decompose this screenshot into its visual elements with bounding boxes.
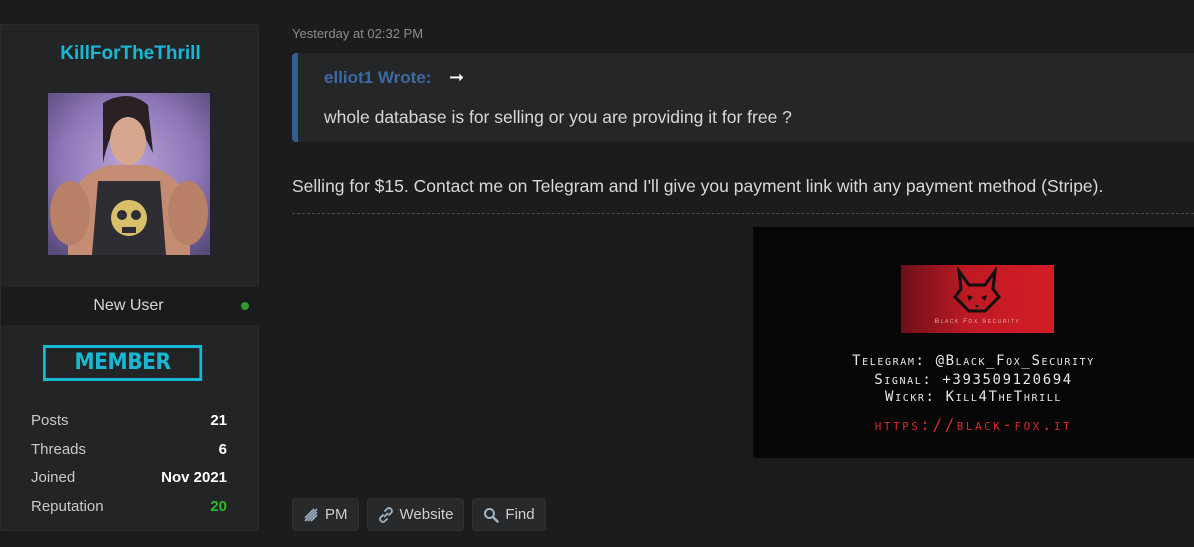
arrow-right-icon[interactable]: ➞: [449, 67, 464, 88]
avatar[interactable]: [48, 93, 210, 255]
quote-block: elliot1 Wrote: ➞ whole database is for s…: [292, 53, 1194, 142]
signature-image: Black Fox Security Telegram: @Black_Fox_…: [753, 227, 1194, 458]
post-content: Yesterday at 02:32 PM elliot1 Wrote: ➞ w…: [292, 0, 1194, 547]
post-body: Selling for $15. Contact me on Telegram …: [292, 176, 1104, 196]
post-timestamp[interactable]: Yesterday at 02:32 PM: [292, 26, 423, 41]
stat-reputation: Reputation 20: [31, 492, 227, 521]
find-label: Find: [505, 506, 535, 523]
fox-icon: [953, 267, 1001, 313]
stat-value[interactable]: 21: [210, 412, 227, 429]
signature-wickr: Wickr: Kill4TheThrill: [885, 389, 1062, 405]
pm-button[interactable]: PM: [292, 498, 359, 531]
stat-value: Nov 2021: [161, 469, 227, 487]
member-badge-label: MEMBER: [74, 350, 171, 375]
online-status-dot: [241, 302, 249, 310]
member-badge: MEMBER: [43, 345, 203, 381]
stat-value[interactable]: 6: [219, 441, 227, 458]
stat-value[interactable]: 20: [210, 498, 227, 515]
signature-logo: Black Fox Security: [901, 265, 1054, 333]
quote-text: whole database is for selling or you are…: [324, 107, 792, 127]
post-actions: PM Website Find: [292, 498, 546, 531]
quote-author[interactable]: elliot1 Wrote:: [324, 68, 431, 88]
author-sidebar: KillForTheThrill New User MEMBER Posts 2…: [0, 24, 260, 531]
signature-signal: Signal: +393509120694: [874, 372, 1073, 388]
signature-divider: [292, 213, 1194, 214]
signature-logo-text: Black Fox Security: [934, 318, 1021, 325]
pm-icon: [302, 506, 320, 524]
stat-threads: Threads 6: [31, 435, 227, 464]
stat-label: Joined: [31, 469, 76, 487]
stat-label: Reputation: [31, 497, 104, 515]
stat-label: Threads: [31, 440, 87, 458]
pm-label: PM: [325, 506, 348, 523]
user-rank: New User: [93, 297, 164, 314]
website-label: Website: [399, 506, 454, 523]
user-stats: Posts 21 Threads 6 Joined Nov 2021 Reput…: [31, 406, 227, 521]
link-icon: [377, 506, 395, 524]
find-button[interactable]: Find: [472, 498, 546, 531]
signature-telegram: Telegram: @Black_Fox_Security: [852, 353, 1095, 369]
stat-joined: Joined Nov 2021: [31, 463, 227, 492]
stat-label: Posts: [31, 411, 69, 429]
author-username[interactable]: KillForTheThrill: [1, 43, 260, 65]
rank-row: New User: [1, 287, 260, 325]
search-icon: [482, 506, 500, 524]
stat-posts: Posts 21: [31, 406, 227, 435]
website-button[interactable]: Website: [366, 498, 465, 531]
signature-url: https://black-fox.it: [874, 415, 1073, 434]
